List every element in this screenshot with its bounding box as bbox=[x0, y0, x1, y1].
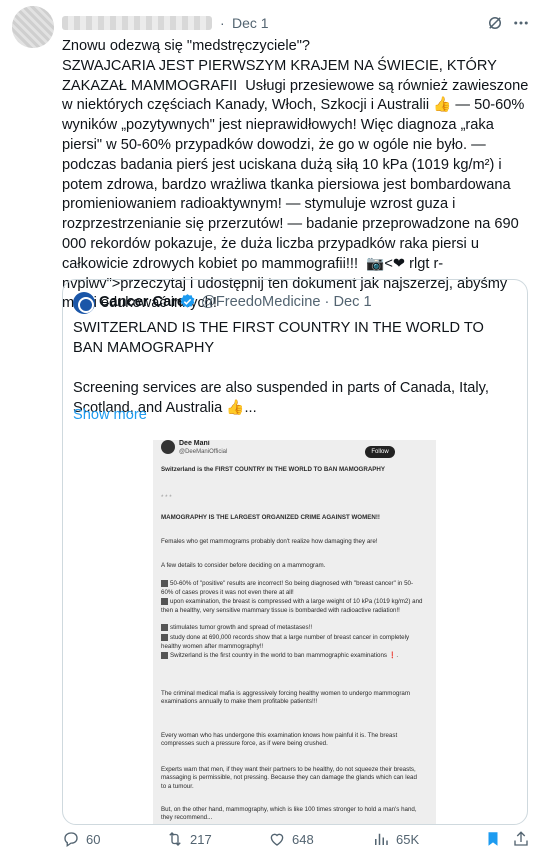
tweet-date[interactable]: Dec 1 bbox=[232, 15, 269, 31]
quoted-handle-text: @FreedoMedicine bbox=[201, 294, 321, 310]
show-more-link[interactable]: Show more bbox=[73, 407, 147, 423]
media-line: * * * bbox=[161, 494, 172, 501]
media-line: The criminal medical mafia is aggressive… bbox=[161, 690, 410, 706]
media-line-text: Switzerland is the first country in the … bbox=[170, 652, 399, 660]
quoted-author-avatar[interactable] bbox=[73, 292, 95, 314]
reply-count: 60 bbox=[86, 831, 101, 847]
media-line-text: upon examination, the breast is compress… bbox=[161, 598, 423, 614]
tweet-header: · Dec 1 bbox=[62, 14, 532, 34]
author-name-redacted[interactable] bbox=[62, 16, 212, 30]
more-options-icon[interactable] bbox=[512, 14, 530, 32]
media-author-handle: @DeeManiOfficial bbox=[179, 449, 228, 455]
quoted-separator: · bbox=[324, 294, 330, 310]
retweet-icon bbox=[169, 832, 181, 846]
quoted-date: Dec 1 bbox=[333, 294, 372, 310]
bookmark-button[interactable] bbox=[484, 829, 508, 849]
views-button[interactable]: 65K bbox=[372, 829, 419, 849]
media-line: upon examination, the breast is compress… bbox=[161, 598, 423, 615]
media-line: Females who get mammograms probably don'… bbox=[161, 538, 378, 545]
retweet-count: 217 bbox=[190, 831, 212, 847]
quoted-media-image[interactable]: Dee Mani @DeeManiOfficial Follow Switzer… bbox=[153, 440, 436, 824]
media-line: MAMOGRAPHY IS THE LARGEST ORGANIZED CRIM… bbox=[161, 514, 380, 521]
checkbox-icon bbox=[161, 580, 168, 587]
grok-icon[interactable] bbox=[486, 14, 504, 32]
media-line: A few details to consider before decidin… bbox=[161, 562, 326, 569]
checkbox-icon bbox=[161, 652, 168, 659]
retweet-button[interactable]: 217 bbox=[166, 829, 212, 849]
header-separator: · bbox=[220, 15, 225, 31]
checkbox-icon bbox=[161, 598, 168, 605]
checkbox-icon bbox=[161, 624, 168, 631]
media-avatar bbox=[161, 440, 175, 454]
media-line: Switzerland is the FIRST COUNTRY IN THE … bbox=[161, 466, 386, 473]
media-line: Switzerland is the first country in the … bbox=[161, 652, 423, 661]
media-line: stimulates tumor growth and spread of me… bbox=[161, 624, 423, 633]
share-icon bbox=[514, 831, 528, 846]
tweet-text: Znowu odezwą się "medstręczyciele"? SZWA… bbox=[62, 38, 529, 312]
media-line: study done at 690,000 records show that … bbox=[161, 634, 423, 651]
media-line: Experts warn that men, if they want thei… bbox=[161, 766, 417, 790]
like-count: 648 bbox=[292, 831, 314, 847]
reply-icon bbox=[64, 832, 78, 848]
media-follow-button: Follow bbox=[365, 446, 395, 458]
media-line-text: 50-60% of "positive" results are incorre… bbox=[161, 580, 414, 596]
bookmark-icon bbox=[488, 832, 498, 846]
views-count: 65K bbox=[396, 831, 420, 847]
reply-button[interactable]: 60 bbox=[62, 829, 100, 849]
media-line: But, on the other hand, mammography, whi… bbox=[161, 806, 417, 822]
verified-badge-icon bbox=[180, 294, 195, 308]
media-line: 50-60% of "positive" results are incorre… bbox=[161, 580, 423, 597]
action-bar: 60 217 648 65K bbox=[62, 829, 532, 849]
views-icon bbox=[375, 833, 388, 845]
media-author-name: Dee Mani bbox=[179, 440, 210, 447]
quoted-author-name[interactable]: Cancer Care bbox=[99, 294, 185, 310]
quoted-tweet[interactable]: Cancer Care @FreedoMedicine · Dec 1 SWIT… bbox=[62, 279, 528, 825]
author-avatar[interactable] bbox=[12, 6, 54, 48]
media-line-text: study done at 690,000 records show that … bbox=[161, 634, 410, 650]
tweet-card[interactable]: · Dec 1 Znowu odezwą się "medstręczyciel… bbox=[0, 0, 542, 859]
media-line: Every woman who has undergone this exami… bbox=[161, 732, 398, 748]
quoted-author-handle[interactable]: @FreedoMedicine · Dec 1 bbox=[201, 294, 372, 310]
share-button[interactable] bbox=[512, 829, 536, 849]
quoted-text: SWITZERLAND IS THE FIRST COUNTRY IN THE … bbox=[73, 320, 489, 416]
media-line-text: stimulates tumor growth and spread of me… bbox=[170, 624, 313, 632]
checkbox-icon bbox=[161, 634, 168, 641]
like-button[interactable]: 648 bbox=[268, 829, 314, 849]
heart-icon bbox=[270, 833, 284, 846]
